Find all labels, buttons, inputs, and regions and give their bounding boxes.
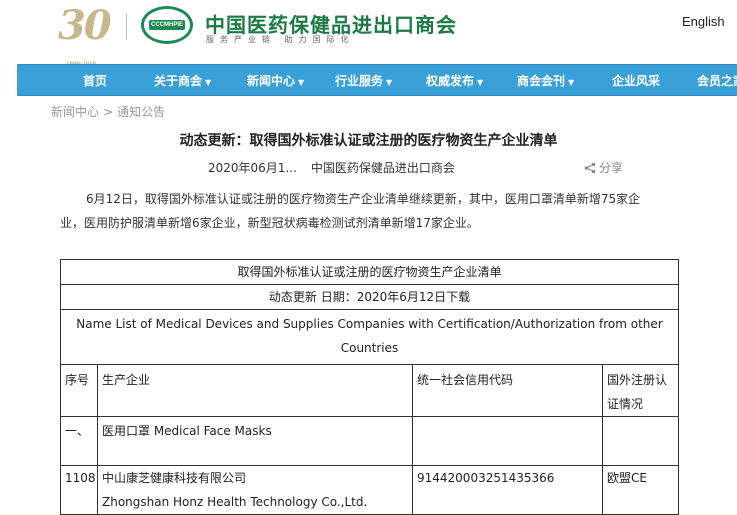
anniversary-logo: 30 1989-2019 (58, 6, 120, 68)
table-title: 取得国外标准认证或注册的医疗物资生产企业清单 (59, 259, 680, 285)
logo-divider (126, 14, 127, 40)
brand-slogan: 服务产业链 助力国际化 (206, 35, 355, 44)
nav-releases[interactable]: 权威发布 ▼ (426, 72, 483, 89)
chevron-down-icon: ▼ (568, 78, 575, 87)
chevron-down-icon: ▼ (205, 78, 212, 87)
breadcrumb-separator: > (103, 105, 114, 119)
nav-journal[interactable]: 商会会刊 ▼ (517, 72, 574, 89)
breadcrumb-notices[interactable]: 通知公告 (117, 105, 165, 119)
row-credit-code: 914420003251435366 (412, 465, 603, 515)
category-certification (601, 416, 680, 466)
category-row: 一、 医用口罩 Medical Face Masks (60, 416, 680, 466)
table-subtitle: 动态更新 日期：2020年6月12日下载 (59, 284, 680, 310)
nav-members[interactable]: 会员之家 (697, 72, 737, 89)
column-header-company: 生产企业 (97, 364, 413, 417)
article-source: 中国医药保健品进出口商会 (310, 161, 455, 175)
chevron-down-icon: ▼ (386, 78, 393, 87)
article-paragraph: 6月12日，取得国外标准认证或注册的医疗物资生产企业清单继续更新，其中，医用口罩… (60, 192, 641, 230)
article-date: 2020年06月1... (208, 161, 297, 175)
nav-enterprises[interactable]: 企业风采 (612, 72, 660, 89)
site-header: 30 1989-2019 CCCMHPIE 中国医药保健品进出口商会 服务产业链… (0, 0, 737, 68)
nav-home[interactable]: 首页 (83, 72, 107, 89)
company-name-cn: 中山康芝健康科技有限公司 (102, 471, 247, 485)
share-button[interactable]: 分享 (584, 159, 623, 176)
category-credit-code (412, 416, 603, 466)
nav-services[interactable]: 行业服务 ▼ (335, 72, 392, 89)
main-nav: 首页 关于商会 ▼ 新闻中心 ▼ 行业服务 ▼ 权威发布 ▼ 商会会刊 ▼ 企业风采 会员… (17, 64, 737, 96)
category-number: 一、 (60, 416, 98, 466)
article-meta: 2020年06月1... 中国医药保健品进出口商会 (208, 159, 455, 176)
chamber-logo-icon[interactable]: CCCMHPIE (141, 6, 193, 44)
row-company: 中山康芝健康科技有限公司 Zhongshan Honz Health Techn… (97, 465, 413, 515)
share-icon (584, 162, 596, 173)
chevron-down-icon: ▼ (477, 78, 484, 87)
category-name: 医用口罩 Medical Face Masks (97, 416, 413, 466)
nav-news[interactable]: 新闻中心 ▼ (247, 72, 304, 89)
share-label: 分享 (599, 161, 624, 175)
column-header-credit-code: 统一社会信用代码 (412, 364, 603, 417)
row-number: 1108 (60, 465, 98, 515)
row-certification: 欧盟CE (601, 465, 680, 515)
breadcrumb-news[interactable]: 新闻中心 (51, 105, 99, 119)
table-row: 1108 中山康芝健康科技有限公司 Zhongshan Honz Health … (60, 465, 680, 515)
nav-about[interactable]: 关于商会 ▼ (154, 72, 211, 89)
company-name-en: Zhongshan Honz Health Technology Co.,Ltd… (102, 495, 368, 509)
column-header-no: 序号 (60, 364, 98, 417)
article-title: 动态更新：取得国外标准认证或注册的医疗物资生产企业清单 (179, 133, 558, 149)
company-table: 取得国外标准认证或注册的医疗物资生产企业清单 动态更新 日期：2020年6月12… (59, 259, 680, 515)
chamber-logo-text: CCCMHPIE (148, 20, 185, 30)
breadcrumb: 新闻中心 > 通知公告 (51, 103, 165, 120)
english-link[interactable]: English (682, 14, 725, 29)
chevron-down-icon: ▼ (298, 78, 305, 87)
column-header-certification: 国外注册认证情况 (601, 364, 680, 417)
table-title-en: Name List of Medical Devices and Supplie… (59, 309, 680, 365)
